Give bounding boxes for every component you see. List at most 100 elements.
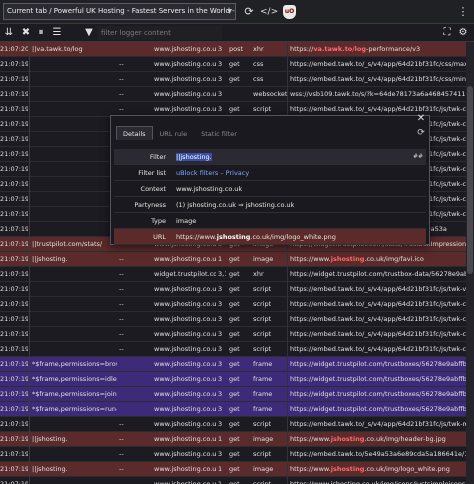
scrollbar[interactable]	[466, 42, 474, 484]
log-url[interactable]: https://widget.trustpilot.com/trustboxes…	[290, 372, 466, 387]
tab-selector[interactable]: Current tab / Powerful UK Hosting - Fast…	[3, 3, 236, 20]
log-filter[interactable]: *$frame,permissions=brows...	[29, 357, 117, 372]
log-url[interactable]: https://va.tawk.to/log-performance/v3	[290, 42, 466, 57]
log-row[interactable]: 21:07:19*$frame,permissions=join-a... www…	[0, 387, 466, 402]
log-url[interactable]: https://embed.tawk.to/_s/v4/app/64d21bf3…	[290, 297, 466, 312]
log-row[interactable]: 21:07:20 ||va.tawk.to/log www.jshosting.co…	[0, 42, 466, 57]
log-filter[interactable]: *$frame,permissions=run-a...	[29, 402, 117, 417]
log-filter[interactable]	[29, 327, 117, 342]
log-party: 3	[218, 345, 223, 353]
log-row[interactable]: 21:07:19 -- www.jshosting.co.uk3 get script h…	[0, 297, 466, 312]
log-filter[interactable]: ||jshosting.	[29, 462, 117, 477]
log-filter[interactable]	[29, 477, 117, 484]
log-url[interactable]: https://www.jshosting.co.uk/img/icons/ju…	[290, 477, 466, 484]
detail-filter-value[interactable]: ||jshosting.	[176, 149, 421, 165]
collapse-icon[interactable]: ⇊	[2, 25, 16, 41]
log-filter[interactable]: ||trustpilot.com/stats/	[29, 237, 117, 252]
log-row[interactable]: 21:07:19 -- www.jshosting.co.uk3 get script h…	[0, 327, 466, 342]
log-filter[interactable]	[29, 447, 117, 462]
log-url[interactable]: https://widget.trustpilot.com/trustboxes…	[290, 357, 466, 372]
log-filter[interactable]	[29, 222, 117, 237]
log-row[interactable]: 21:07:19 -- www.jshosting.co.uk3 get script h…	[0, 447, 466, 462]
pause-icon[interactable]: ⏸	[34, 25, 48, 41]
log-row[interactable]: 21:07:19*$frame,permissions=idle-d... www…	[0, 372, 466, 387]
log-url[interactable]: https://widget.trustpilot.com/trustboxes…	[290, 402, 466, 417]
log-url[interactable]: wss://vsb109.tawk.to/s/?k=64de78173a6a46…	[290, 87, 466, 102]
refresh-icon[interactable]: ⟳	[415, 127, 427, 139]
log-filter[interactable]	[29, 342, 117, 357]
details-table: Filter ||jshosting. ## Filter list uBloc…	[114, 149, 426, 245]
log-filter[interactable]	[29, 297, 117, 312]
filter-icon[interactable]: ▼	[82, 25, 96, 41]
log-time: 21:07:19	[0, 225, 28, 233]
ublock-icon[interactable]: uO	[283, 5, 296, 19]
log-url[interactable]: https://www.jshosting.co.uk/img/favi.ico	[290, 252, 466, 267]
log-row[interactable]: 21:07:19 ||jshosting. -- www.jshosting.co.u…	[0, 252, 466, 267]
log-url[interactable]: https://embed.tawk.to/_s/v4/app/64d21bf3…	[290, 312, 466, 327]
log-filter[interactable]	[29, 207, 117, 222]
log-filter[interactable]	[29, 162, 117, 177]
filter-input[interactable]	[97, 26, 222, 40]
log-row[interactable]: 21:07:19 ||jshosting. -- www.jshosting.co.u…	[0, 432, 466, 447]
log-url[interactable]: https://embed.tawk.to/_s/v4/app/64d21bf3…	[290, 342, 466, 357]
log-row[interactable]: 21:07:19 -- www.jshosting.co.uk 3 websocket w…	[0, 87, 466, 102]
clear-icon[interactable]: ✖	[19, 25, 33, 41]
tab-details[interactable]: Details	[116, 126, 153, 140]
log-row[interactable]: 21:07:19 ||jshosting. -- www.jshosting.co.u…	[0, 462, 466, 477]
gear-icon[interactable]: ⚙	[456, 25, 470, 41]
log-filter[interactable]	[29, 102, 117, 117]
log-filter[interactable]	[29, 282, 117, 297]
tab-static-filter[interactable]: Static filter	[194, 126, 244, 140]
log-filter[interactable]	[29, 117, 117, 132]
log-filter[interactable]	[29, 177, 117, 192]
log-row[interactable]: 21:07:19*$frame,permissions=run-a... www.…	[0, 402, 466, 417]
log-filter[interactable]	[29, 267, 117, 282]
log-row[interactable]: 21:07:19 -- www.jshosting.co.uk3 get script h…	[0, 312, 466, 327]
log-url[interactable]: https://widget.trustpilot.com/trustboxes…	[290, 387, 466, 402]
link-text[interactable]: uBlock filters – Privacy	[176, 169, 249, 177]
log-filter[interactable]	[29, 132, 117, 147]
refresh-icon[interactable]: ⟳	[242, 4, 256, 20]
log-filter[interactable]	[29, 57, 117, 72]
log-filter[interactable]: ||jshosting.	[29, 252, 117, 267]
log-url[interactable]: https://embed.tawk.to/5e49a53a6e89cda5a1…	[290, 447, 466, 462]
log-url[interactable]: https://embed.tawk.to/_s/v4/app/64d21bf3…	[290, 72, 466, 87]
log-filter[interactable]: ||va.tawk.to/log	[29, 42, 117, 57]
log-filter[interactable]	[29, 192, 117, 207]
filter-list-link[interactable]: uBlock filters – Privacy	[176, 165, 421, 181]
log-filter[interactable]: *$frame,permissions=join-a...	[29, 387, 117, 402]
log-context: www.jshosting.co.uk	[154, 360, 216, 368]
tab-url-rule[interactable]: URL rule	[153, 126, 195, 140]
log-url[interactable]: https://embed.tawk.to/_s/v4/app/64d21bf3…	[290, 417, 466, 432]
scrollbar-thumb[interactable]	[467, 86, 473, 274]
log-url[interactable]: https://embed.tawk.to/_s/v4/app/64d21bf3…	[290, 282, 466, 297]
log-filter[interactable]	[29, 87, 117, 102]
log-filter[interactable]	[29, 312, 117, 327]
log-row[interactable]: 21:07:19 -- www.jshosting.co.uk3 get script h…	[0, 342, 466, 357]
url-prefix: https://www.	[290, 435, 331, 443]
log-row[interactable]: 21:07:19 -- www.jshosting.co.uk 3 get css http…	[0, 72, 466, 87]
log-url[interactable]: https://www.jshosting.co.uk/img/logo_whi…	[290, 462, 466, 477]
log-filter[interactable]	[29, 417, 117, 432]
log-filter[interactable]: *$frame,permissions=idle-d...	[29, 372, 117, 387]
log-filter[interactable]	[29, 72, 117, 87]
code-icon[interactable]: </>	[260, 4, 278, 20]
fullscreen-icon[interactable]: ⛶	[440, 25, 454, 41]
log-url[interactable]: https://www.jshosting.co.uk/img/header-b…	[290, 432, 466, 447]
log-filter[interactable]: ||jshosting.	[29, 432, 117, 447]
log-row[interactable]: 21:07:19 -- www.jshosting.co.uk3 get script h…	[0, 417, 466, 432]
log-url[interactable]: https://embed.tawk.to/_s/v4/app/64d21bf3…	[290, 57, 466, 72]
log-url[interactable]: https://widget.trustpilot.com/trustbox-d…	[290, 267, 466, 282]
log-row[interactable]: 21:07:19 -- www.jshosting.co.uk3 get script h…	[0, 282, 466, 297]
close-icon[interactable]: ✕	[415, 113, 427, 125]
more-icon[interactable]: ⋮	[456, 4, 470, 20]
filter-settings-icon[interactable]: ☰	[50, 25, 64, 41]
log-row[interactable]: 21:07:19 -- www.jshosting.co.uk 1 get script h…	[0, 477, 466, 484]
log-method: get	[229, 270, 240, 278]
log-row[interactable]: 21:07:19*$frame,permissions=brows... www.…	[0, 357, 466, 372]
log-url[interactable]: https://embed.tawk.to/_s/v4/app/64d21bf3…	[290, 327, 466, 342]
log-row[interactable]: 21:07:19 -- www.jshosting.co.uk 3 get css http…	[0, 57, 466, 72]
log-row[interactable]: 21:07:19 -- widget.trustpilot.com3,1get xhr…	[0, 267, 466, 282]
column-divider	[287, 267, 288, 282]
log-filter[interactable]	[29, 147, 117, 162]
